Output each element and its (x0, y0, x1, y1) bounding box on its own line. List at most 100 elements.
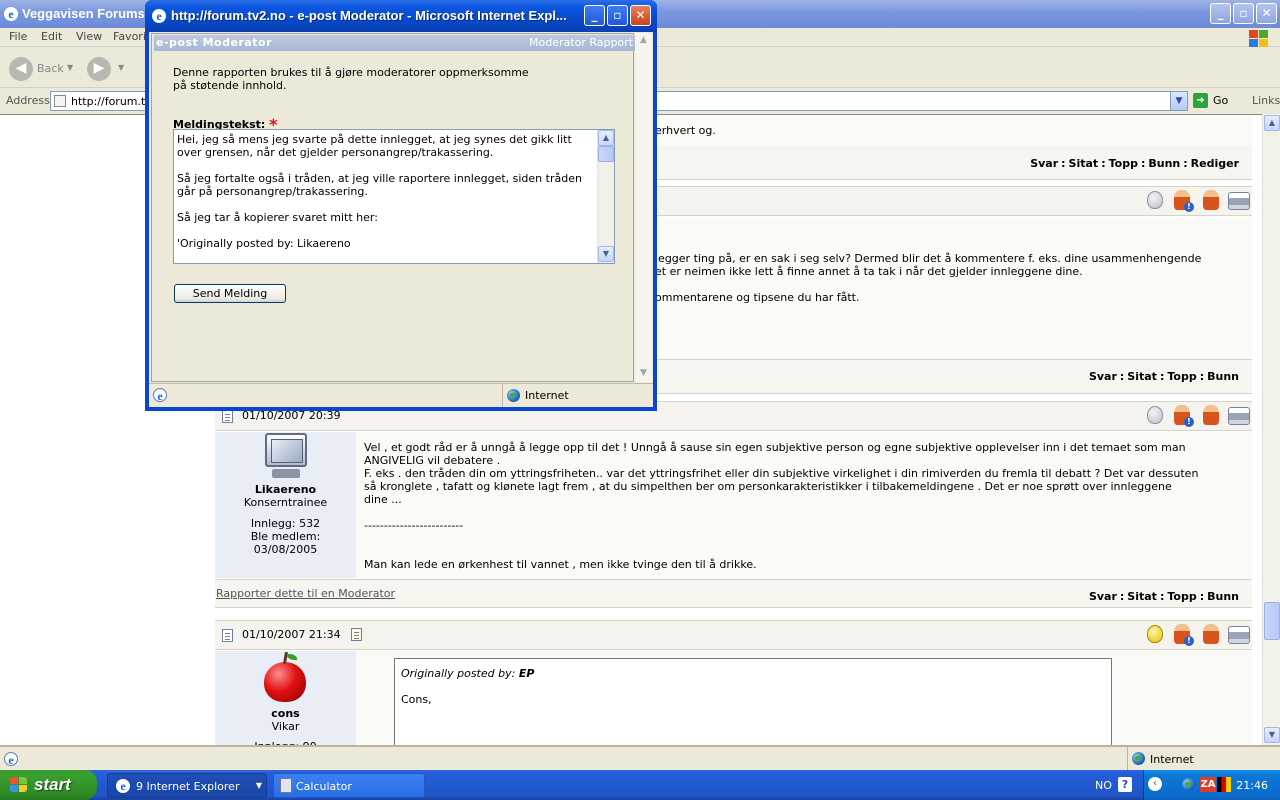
ie-icon: e (4, 7, 18, 21)
scroll-down-icon[interactable]: ▼ (636, 366, 651, 381)
user-message-icon[interactable] (1203, 190, 1219, 210)
quote-link[interactable]: Sitat (1127, 590, 1157, 603)
bottom-link[interactable]: Bunn (1207, 590, 1239, 603)
quote-link[interactable]: Sitat (1127, 370, 1157, 383)
help-icon[interactable]: ? (1118, 777, 1132, 792)
menu-file[interactable]: File (9, 30, 27, 43)
start-button[interactable]: start (0, 770, 97, 800)
globe-icon (507, 389, 520, 402)
go-button[interactable]: ➜ Go (1193, 92, 1243, 110)
reply-link[interactable]: Svar (1089, 370, 1117, 383)
back-arrow-icon[interactable]: ◀ (9, 57, 33, 81)
popup-scrollbar[interactable]: ▲ ▼ (635, 33, 652, 382)
message-textarea[interactable]: Hei, jeg så mens jeg svarte på dette inn… (173, 129, 615, 264)
printer-icon[interactable] (1228, 626, 1250, 644)
printer-icon[interactable] (1228, 407, 1250, 425)
close-button[interactable]: ✕ (1256, 3, 1277, 24)
post-actions-row: Rapporter dette til en Moderator Svar: Si… (215, 579, 1252, 608)
top-link[interactable]: Topp (1109, 157, 1138, 170)
send-message-button[interactable]: Send Melding (174, 284, 286, 303)
scroll-thumb[interactable] (598, 146, 614, 162)
post-username[interactable]: cons (215, 707, 356, 720)
popup-maximize-button[interactable]: ▫ (607, 5, 628, 26)
flag-icon[interactable] (1217, 777, 1231, 792)
user-message-icon[interactable] (1203, 624, 1219, 644)
user-message-icon[interactable] (1203, 405, 1219, 425)
forward-dropdown-icon[interactable]: ▼ (118, 63, 124, 72)
lightbulb-icon[interactable] (1147, 406, 1163, 424)
ie-icon: e (152, 9, 166, 23)
bottom-link[interactable]: Bunn (1207, 370, 1239, 383)
page-status-icon: e (153, 388, 167, 403)
status-bar: e Internet (0, 746, 1280, 770)
windows-flag-icon (10, 777, 28, 793)
post-user-member-label: Ble medlem: (250, 530, 321, 543)
page-icon (54, 95, 66, 107)
printer-icon[interactable] (1228, 192, 1250, 210)
taskbar-calculator[interactable]: Calculator (273, 773, 425, 798)
popup-minimize-button[interactable]: _ (584, 5, 605, 26)
back-button-label[interactable]: Back (37, 62, 64, 75)
post-text-line: legger ting på, er en sak i seg selv? De… (655, 252, 1202, 265)
message-text[interactable]: Hei, jeg så mens jeg svarte på dette inn… (177, 133, 595, 261)
post-document-icon (222, 629, 233, 642)
network-globe-icon[interactable] (1182, 778, 1195, 791)
lightbulb-icon[interactable] (1147, 625, 1163, 643)
ie-icon: e (116, 779, 130, 793)
minimize-button[interactable]: _ (1210, 3, 1231, 24)
message-scrollbar[interactable]: ▲ ▼ (597, 130, 614, 263)
tray-back-icon[interactable]: ‹ (1148, 777, 1162, 791)
top-link[interactable]: Topp (1167, 590, 1196, 603)
post-user-rank: Konserntrainee (243, 496, 328, 509)
post-date: 01/10/2007 21:34 (242, 628, 341, 641)
taskbar-internet-explorer[interactable]: e 9 Internet Explorer ▼ (107, 773, 267, 798)
scroll-up-icon[interactable]: ▲ (598, 130, 614, 146)
post-document-icon (222, 410, 233, 423)
popup-title-bar[interactable]: e http://forum.tv2.no - e-post Moderator… (145, 0, 657, 32)
go-label: Go (1213, 94, 1229, 107)
edit-link[interactable]: Rediger (1191, 157, 1239, 170)
popup-close-button[interactable]: ✕ (630, 5, 651, 26)
forward-arrow-icon[interactable]: ▶ (87, 57, 111, 81)
top-link[interactable]: Topp (1167, 370, 1196, 383)
links-label[interactable]: Links (1252, 94, 1280, 107)
scroll-down-icon[interactable]: ▼ (598, 246, 614, 262)
report-moderator-link[interactable]: Rapporter dette til en Moderator (216, 587, 395, 600)
maximize-button[interactable]: ▫ (1233, 3, 1254, 24)
scroll-down-icon[interactable]: ▼ (1264, 727, 1280, 743)
lightbulb-icon[interactable] (1147, 191, 1163, 209)
header-subtitle: Moderator Rapport (529, 36, 633, 49)
security-zone: Internet (502, 384, 653, 407)
post-actions: Svar: Sitat: Topp: Bunn (1088, 370, 1239, 383)
language-indicator[interactable]: NO (1095, 779, 1112, 792)
reply-link[interactable]: Svar (1030, 157, 1058, 170)
post-user-rank: Vikar (271, 720, 300, 733)
menu-edit[interactable]: Edit (41, 30, 62, 43)
reply-link[interactable]: Svar (1089, 590, 1117, 603)
globe-icon (1132, 752, 1145, 765)
quote-link[interactable]: Sitat (1069, 157, 1099, 170)
report-description: Denne rapporten brukes til å gjøre moder… (173, 66, 529, 92)
page-status-icon: e (4, 752, 18, 767)
post-username[interactable]: Likaereno (215, 483, 356, 496)
zonealarm-icon[interactable]: ZA (1200, 777, 1216, 792)
address-dropdown-icon[interactable]: ▼ (1170, 92, 1187, 110)
menu-view[interactable]: View (76, 30, 102, 43)
scroll-thumb[interactable] (1264, 602, 1280, 640)
back-dropdown-icon[interactable]: ▼ (67, 63, 73, 72)
post-text-fragment: erhvert og. (655, 124, 716, 137)
clock[interactable]: 21:46 (1236, 779, 1268, 792)
page-scrollbar[interactable]: ▲ ▼ (1262, 114, 1280, 745)
system-tray: ‹ ZA 21:46 (1143, 770, 1280, 800)
moderator-header: e-post Moderator Moderator Rapport (154, 35, 635, 51)
quote-header: Originally posted by: EP (401, 667, 535, 680)
post-user-member-date: 03/08/2005 (253, 543, 318, 556)
scroll-up-icon[interactable]: ▲ (636, 33, 651, 48)
apple-avatar-icon (264, 651, 306, 704)
bottom-link[interactable]: Bunn (1148, 157, 1180, 170)
popup-title: http://forum.tv2.no - e-post Moderator -… (171, 8, 567, 23)
taskbar: start e 9 Internet Explorer ▼ Calculator… (0, 770, 1280, 800)
post-text-line: ommentarene og tipsene du har fått. (655, 291, 860, 304)
scroll-up-icon[interactable]: ▲ (1264, 115, 1280, 131)
address-value[interactable]: http://forum.tv (71, 95, 152, 108)
